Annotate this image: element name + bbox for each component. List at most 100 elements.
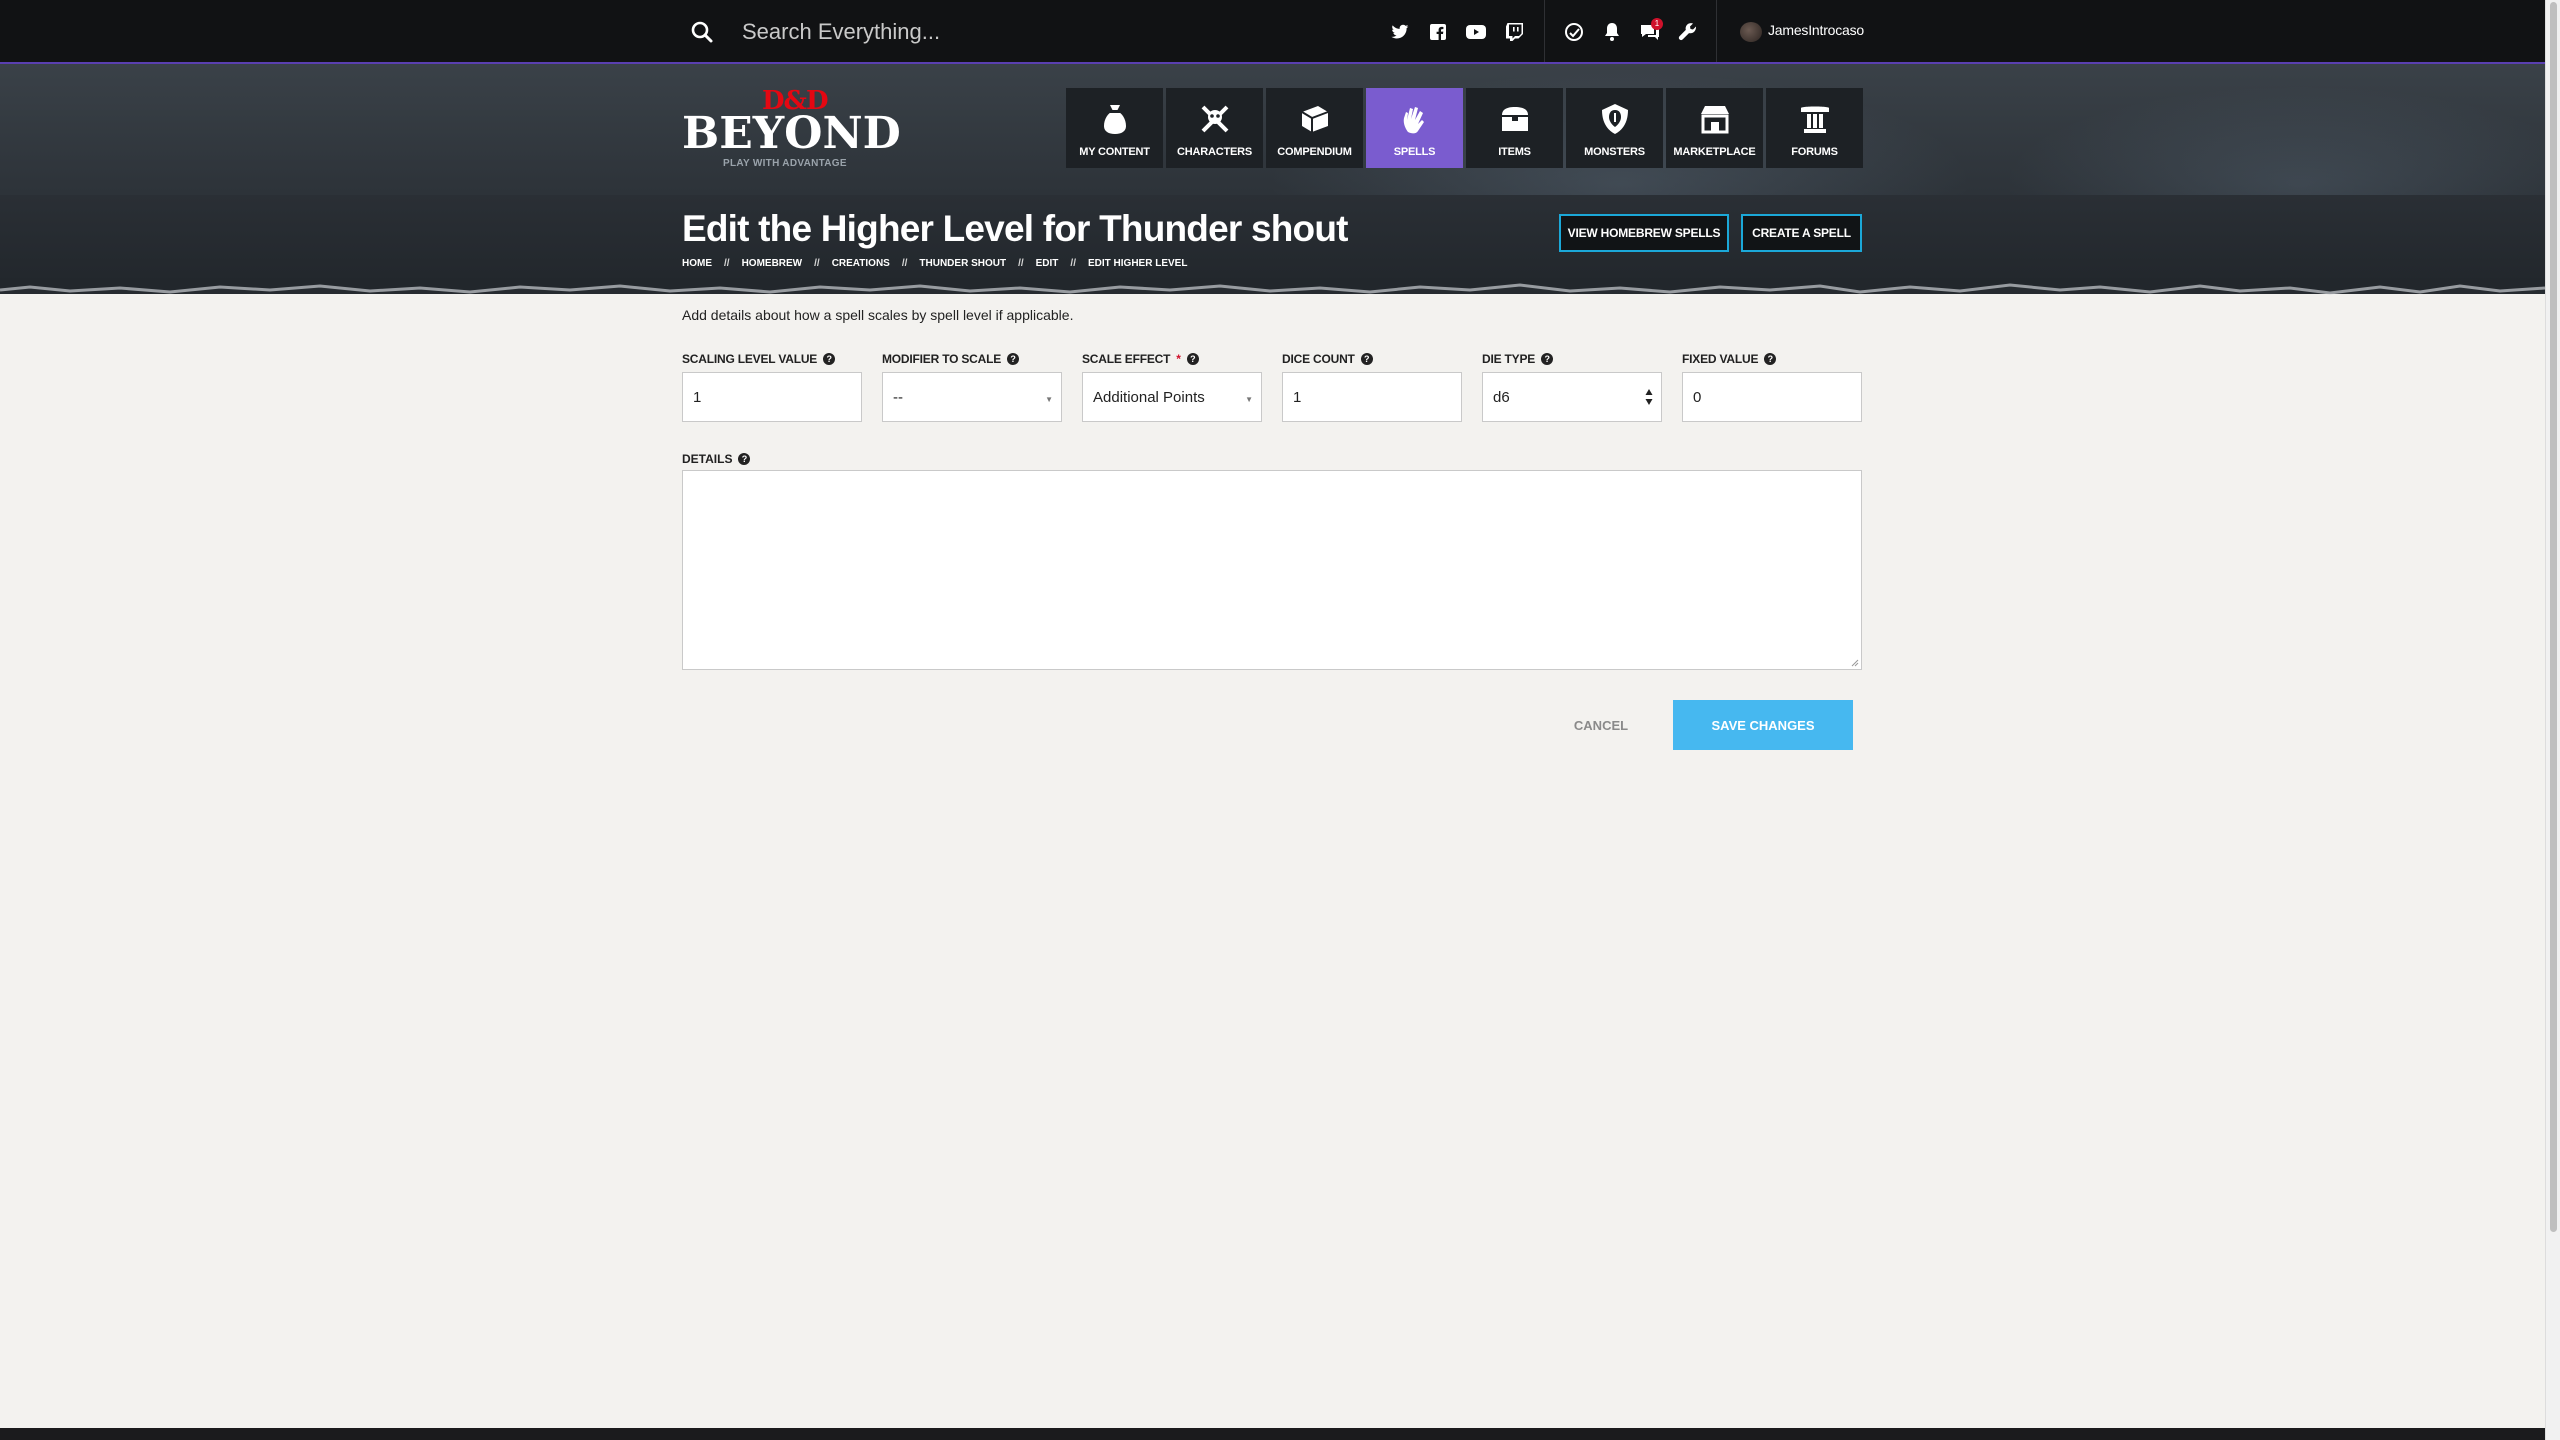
nav-label: COMPENDIUM	[1277, 146, 1352, 158]
separator	[1716, 0, 1717, 62]
fixed-value-input[interactable]: 0	[1682, 372, 1862, 422]
help-icon[interactable]: ?	[1186, 353, 1199, 365]
bag-icon	[1098, 102, 1132, 136]
username-link[interactable]: JamesIntrocaso	[1768, 22, 1864, 38]
nav-label: CHARACTERS	[1176, 146, 1252, 158]
pillar-icon	[1798, 102, 1832, 136]
dice-count-input[interactable]: 1	[1282, 372, 1462, 422]
logo-wordmark: BEYOND	[682, 108, 901, 159]
up-down-arrows-icon	[1645, 389, 1653, 405]
die-type-select[interactable]: d6	[1482, 372, 1662, 422]
save-changes-button[interactable]: SAVE CHANGES	[1673, 700, 1853, 750]
breadcrumb-edit[interactable]: EDIT	[1036, 258, 1059, 269]
scale-effect-select[interactable]: Additional Points ▼	[1082, 372, 1262, 422]
create-spell-button[interactable]: CREATE A SPELL	[1741, 214, 1862, 252]
help-icon[interactable]: ?	[1541, 353, 1554, 365]
help-icon[interactable]: ?	[1007, 353, 1020, 365]
view-homebrew-spells-button[interactable]: VIEW HOMEBREW SPELLS	[1559, 214, 1729, 252]
required-mark: *	[1176, 352, 1181, 366]
form-intro: Add details about how a spell scales by …	[682, 307, 1074, 323]
chevron-down-icon: ▼	[1245, 395, 1253, 404]
breadcrumb-home[interactable]: HOME	[682, 258, 712, 269]
search-icon[interactable]	[690, 20, 714, 44]
facebook-icon[interactable]	[1426, 20, 1450, 44]
search-input[interactable]	[742, 14, 1302, 50]
details-label: DETAILS ?	[682, 452, 751, 466]
help-icon[interactable]: ?	[1764, 353, 1777, 365]
modifier-label-text: MODIFIER TO SCALE	[882, 352, 1002, 366]
scaling-level-label: SCALING LEVEL VALUE ?	[682, 352, 836, 366]
ddb-logo[interactable]: D&D BEYOND PLAY WITH ADVANTAGE	[680, 86, 901, 172]
dice-icon[interactable]	[1562, 20, 1586, 44]
fixed-value-value: 0	[1693, 388, 1702, 406]
breadcrumb-separator: //	[901, 258, 908, 269]
cancel-button[interactable]: CANCEL	[1565, 710, 1637, 740]
main-nav: MY CONTENT CHARACTERS COMPENDIUM SPELLS …	[1066, 88, 1863, 168]
breadcrumb: HOME // HOMEBREW // CREATIONS // THUNDER…	[682, 258, 1187, 269]
notification-badge: 1	[1651, 18, 1663, 30]
breadcrumb-separator: //	[1070, 258, 1076, 269]
top-bar: 1 JamesIntrocaso	[0, 0, 2545, 64]
chest-icon	[1498, 102, 1532, 136]
breadcrumb-thunder-shout[interactable]: THUNDER SHOUT	[919, 258, 1006, 269]
nav-label: MARKETPLACE	[1673, 146, 1756, 158]
modifier-value: --	[893, 388, 903, 406]
scale-effect-label-text: SCALE EFFECT	[1082, 352, 1171, 366]
die-type-value: d6	[1493, 388, 1510, 406]
bottom-edge	[0, 1428, 2545, 1440]
nav-item-compendium[interactable]: COMPENDIUM	[1266, 88, 1363, 168]
nav-label: MONSTERS	[1584, 146, 1645, 158]
book-icon	[1298, 102, 1332, 136]
details-label-text: DETAILS	[682, 452, 733, 466]
breadcrumb-separator: //	[724, 258, 730, 269]
nav-item-monsters[interactable]: MONSTERS	[1566, 88, 1663, 168]
nav-label: FORUMS	[1791, 146, 1838, 158]
scrollbar-thumb[interactable]	[2550, 2, 2557, 1232]
fixed-value-label: FIXED VALUE ?	[1682, 352, 1777, 366]
scrollbar[interactable]	[2545, 0, 2560, 1440]
breadcrumb-creations[interactable]: CREATIONS	[832, 258, 890, 269]
nav-item-forums[interactable]: FORUMS	[1766, 88, 1863, 168]
resize-handle-icon[interactable]	[1849, 657, 1859, 667]
nav-label: ITEMS	[1498, 146, 1531, 158]
youtube-icon[interactable]	[1464, 20, 1488, 44]
help-icon[interactable]: ?	[738, 453, 751, 465]
page-title: Edit the Higher Level for Thunder shout	[682, 208, 1348, 249]
fixed-value-label-text: FIXED VALUE	[1682, 352, 1759, 366]
nav-item-marketplace[interactable]: MARKETPLACE	[1666, 88, 1763, 168]
crossed-swords-icon	[1198, 102, 1232, 136]
scale-effect-value: Additional Points	[1093, 388, 1205, 406]
logo-tagline: PLAY WITH ADVANTAGE	[723, 158, 847, 169]
wrench-icon[interactable]	[1676, 20, 1700, 44]
breadcrumb-separator: //	[1018, 258, 1024, 269]
breadcrumb-homebrew[interactable]: HOMEBREW	[742, 258, 803, 269]
scaling-level-input[interactable]: 1	[682, 372, 862, 422]
nav-item-spells[interactable]: SPELLS	[1366, 88, 1463, 168]
die-type-label-text: DIE TYPE	[1482, 352, 1536, 366]
dice-count-label-text: DICE COUNT	[1282, 352, 1355, 366]
nav-item-characters[interactable]: CHARACTERS	[1166, 88, 1263, 168]
help-icon[interactable]: ?	[1360, 353, 1373, 365]
chevron-down-icon: ▼	[1045, 395, 1053, 404]
details-textarea[interactable]	[682, 470, 1862, 670]
modifier-label: MODIFIER TO SCALE ?	[882, 352, 1020, 366]
bell-icon[interactable]	[1600, 20, 1624, 44]
nav-label: MY CONTENT	[1079, 146, 1150, 158]
scale-effect-label: SCALE EFFECT * ?	[1082, 352, 1199, 366]
torn-paper-edge	[0, 278, 2545, 295]
scaling-level-label-text: SCALING LEVEL VALUE	[682, 352, 818, 366]
hand-spell-icon	[1398, 102, 1432, 136]
help-icon[interactable]: ?	[823, 353, 836, 365]
nav-item-my-content[interactable]: MY CONTENT	[1066, 88, 1163, 168]
twitter-icon[interactable]	[1388, 20, 1412, 44]
twitch-icon[interactable]	[1502, 20, 1526, 44]
separator	[1544, 0, 1545, 62]
nav-label: SPELLS	[1393, 146, 1436, 158]
breadcrumb-edit-higher-level: EDIT HIGHER LEVEL	[1087, 258, 1188, 269]
monster-shield-icon	[1598, 102, 1632, 136]
store-icon	[1698, 102, 1732, 136]
nav-item-items[interactable]: ITEMS	[1466, 88, 1563, 168]
avatar[interactable]	[1740, 22, 1762, 42]
dice-count-label: DICE COUNT ?	[1282, 352, 1373, 366]
modifier-select[interactable]: -- ▼	[882, 372, 1062, 422]
